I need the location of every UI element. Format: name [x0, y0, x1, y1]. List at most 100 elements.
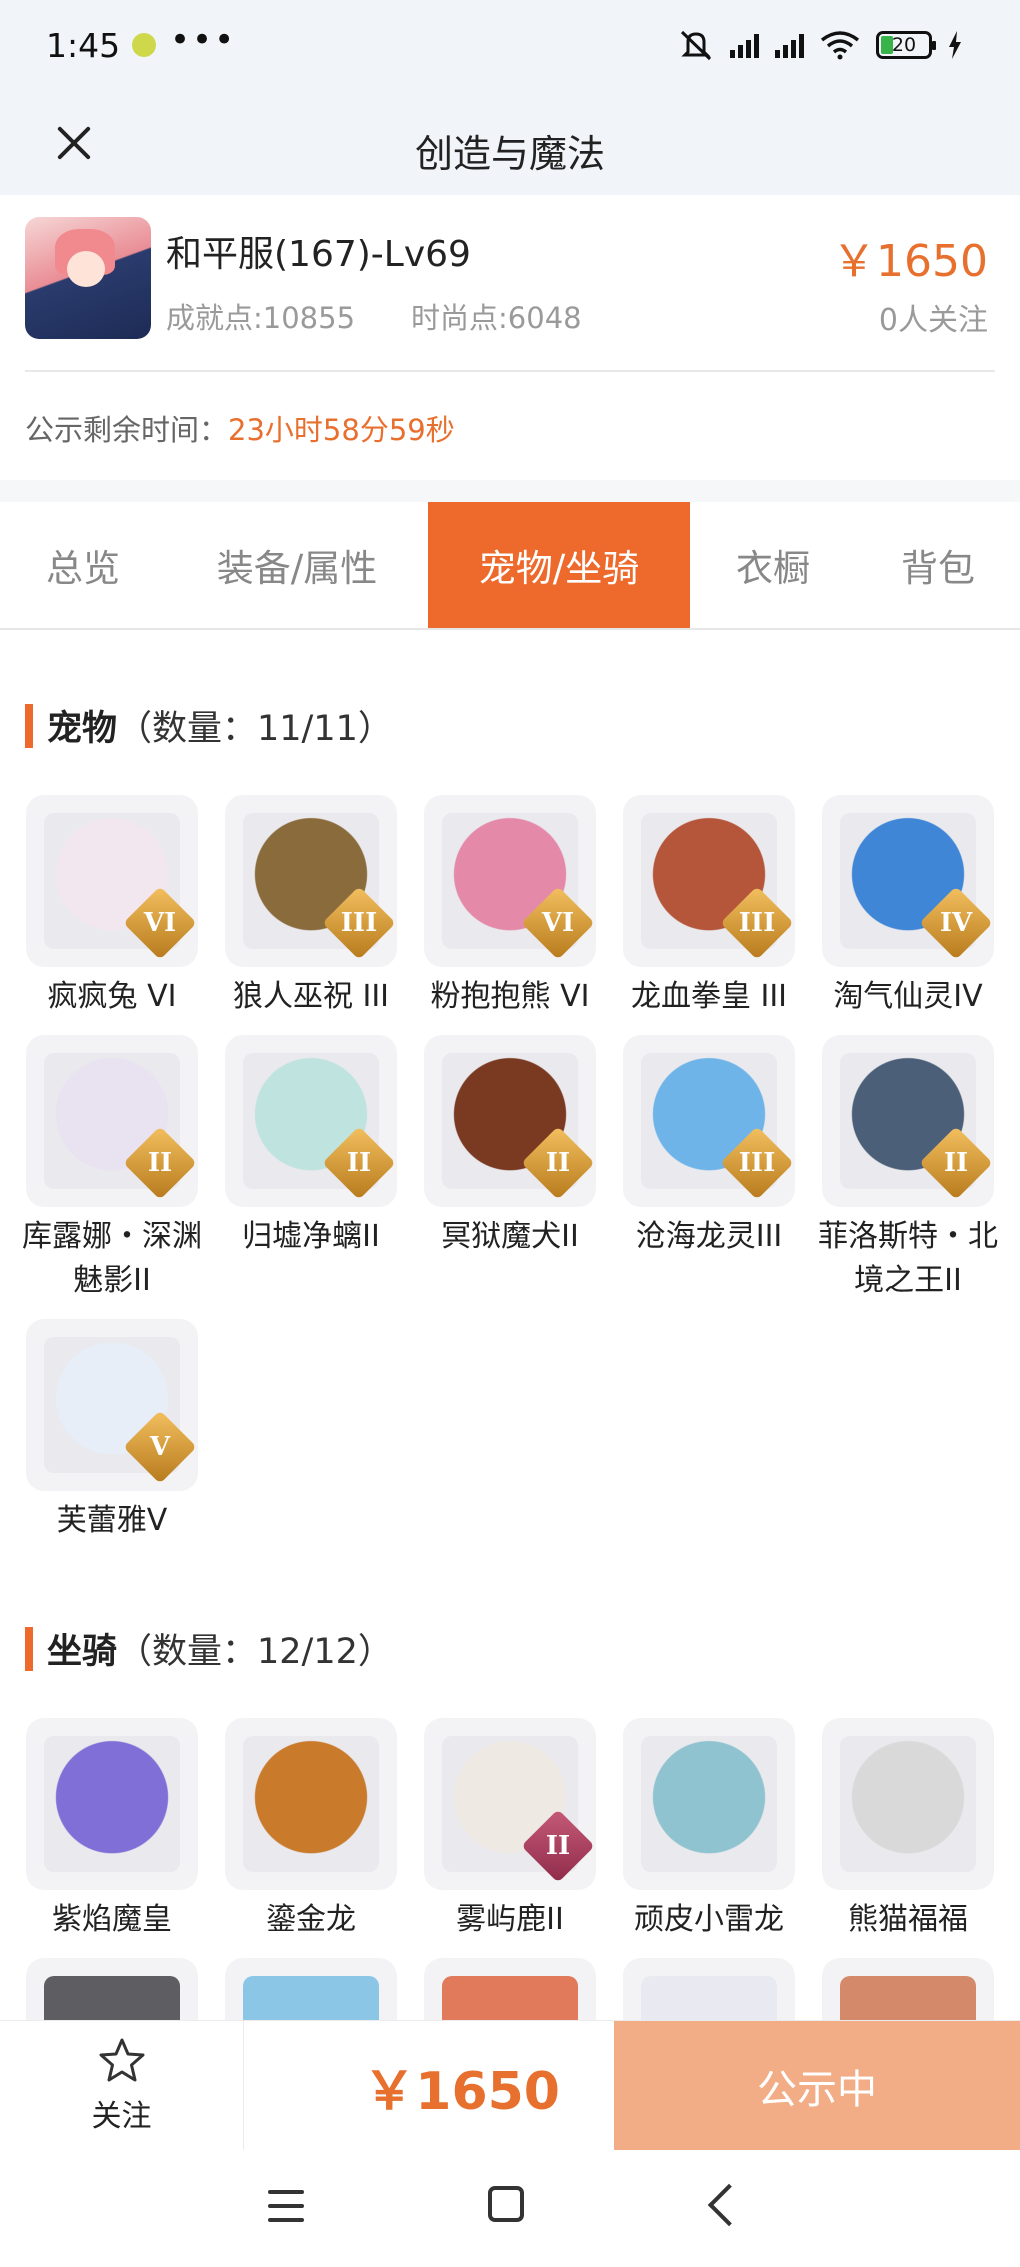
countdown-label: 公示剩余时间：	[25, 413, 229, 447]
pet-name: 芙蕾雅V	[56, 1503, 168, 1538]
role-price: ￥1650	[832, 236, 988, 287]
pets-title: 宠物	[47, 709, 118, 749]
pet-thumbnail[interactable]: II	[26, 1035, 198, 1207]
rank-badge-icon: II	[123, 1126, 197, 1200]
rank-badge-text: II	[147, 1148, 173, 1178]
battery-icon: 20	[876, 31, 936, 59]
title-bar: 创造与魔法	[0, 95, 1020, 195]
rank-badge-text: VI	[143, 908, 177, 938]
pet-item[interactable]: III 狼人巫祝 III	[225, 795, 397, 1019]
tab-equipment[interactable]: 装备/属性	[166, 502, 428, 628]
pet-thumbnail[interactable]: V	[26, 1319, 198, 1491]
mount-name: 雾屿鹿II	[456, 1902, 564, 1937]
pet-item[interactable]: III 龙血拳皇 III	[623, 795, 795, 1019]
rank-badge-icon: II	[521, 1809, 595, 1883]
tab-pets-mounts[interactable]: 宠物/坐骑	[428, 502, 690, 628]
pet-thumbnail[interactable]: II	[225, 1035, 397, 1207]
rank-badge-text: II	[943, 1148, 969, 1178]
pet-item[interactable]: II 冥狱魔犬II	[424, 1035, 596, 1303]
tab-wardrobe[interactable]: 衣橱	[690, 502, 856, 628]
pet-name: 沧海龙灵III	[635, 1219, 783, 1254]
tab-overview[interactable]: 总览	[0, 502, 166, 628]
pet-item[interactable]: II 归墟净螭II	[225, 1035, 397, 1303]
pet-thumbnail[interactable]: VI	[424, 795, 596, 967]
pet-thumbnail[interactable]: III	[623, 1035, 795, 1207]
mount-item[interactable]: 熊猫福福	[822, 1718, 994, 1942]
rank-badge-text: IV	[939, 908, 973, 938]
pet-item[interactable]: VI 疯疯兔 VI	[26, 795, 198, 1019]
back-icon[interactable]	[707, 2183, 751, 2227]
home-icon[interactable]	[488, 2186, 524, 2222]
mute-icon	[680, 30, 712, 61]
pet-name: 粉抱抱熊 VI	[430, 979, 590, 1014]
mount-thumbnail[interactable]	[822, 1718, 994, 1890]
bottom-action-bar: 关注 ￥1650 公示中	[0, 2020, 1020, 2151]
pet-name: 归墟净螭II	[242, 1219, 380, 1254]
pet-thumbnail[interactable]: III	[225, 795, 397, 967]
mount-thumbnail[interactable]	[225, 1718, 397, 1890]
star-outline-icon	[99, 2038, 144, 2082]
rank-badge-text: VI	[541, 908, 575, 938]
role-avatar[interactable]	[25, 217, 151, 339]
publicity-status-button[interactable]: 公示中	[614, 2021, 1020, 2151]
rank-badge-text: II	[545, 1831, 571, 1861]
pet-name: 淘气仙灵IV	[833, 979, 983, 1014]
pet-thumbnail[interactable]: IV	[822, 795, 994, 967]
pet-name: 库露娜・深渊魅影II	[22, 1219, 202, 1298]
rank-badge-icon: II	[322, 1126, 396, 1200]
pet-item[interactable]: II 菲洛斯特・北境之王II	[818, 1035, 998, 1303]
pet-name: 龙血拳皇 III	[630, 979, 788, 1014]
pet-item[interactable]: III 沧海龙灵III	[623, 1035, 795, 1303]
rank-badge-icon: VI	[123, 886, 197, 960]
pet-thumbnail[interactable]: II	[822, 1035, 994, 1207]
bottom-price: ￥1650	[363, 2061, 560, 2122]
system-nav-bar	[0, 2150, 1020, 2267]
pets-count: （数量：11/11）	[117, 709, 393, 749]
section-gap	[0, 480, 1020, 502]
pet-thumbnail[interactable]: VI	[26, 795, 198, 967]
mount-item[interactable]: 顽皮小雷龙	[623, 1718, 795, 1942]
rank-badge-text: II	[346, 1148, 372, 1178]
status-icons: 20	[678, 28, 962, 62]
mount-name: 紫焰魔皇	[52, 1902, 172, 1937]
rank-badge-icon: III	[322, 886, 396, 960]
mount-item[interactable]: 鎏金龙	[225, 1718, 397, 1942]
achievement-points: 成就点:10855	[166, 301, 356, 335]
mounts-title: 坐骑	[47, 1632, 118, 1672]
mount-thumbnail[interactable]: II	[424, 1718, 596, 1890]
status-time: 1:45	[46, 26, 121, 65]
mount-item[interactable]: II 雾屿鹿II	[424, 1718, 596, 1942]
status-bar: 1:45 ••• 20	[0, 0, 1020, 95]
mount-image	[44, 1736, 180, 1872]
battery-level: 20	[891, 34, 917, 56]
section-accent-bar	[25, 1626, 33, 1671]
pet-item[interactable]: IV 淘气仙灵IV	[822, 795, 994, 1019]
pet-name: 狼人巫祝 III	[232, 979, 390, 1014]
wifi-icon	[820, 31, 860, 60]
tab-bag[interactable]: 背包	[856, 502, 1020, 628]
divider	[25, 370, 995, 372]
mount-image	[243, 1736, 379, 1872]
pets-section-title: 宠物 （数量：11/11）	[25, 700, 393, 751]
mount-name: 顽皮小雷龙	[634, 1902, 784, 1937]
charging-icon	[949, 31, 961, 59]
mount-thumbnail[interactable]	[26, 1718, 198, 1890]
mount-thumbnail[interactable]	[623, 1718, 795, 1890]
mount-name: 熊猫福福	[848, 1902, 968, 1937]
pet-thumbnail[interactable]: III	[623, 795, 795, 967]
menu-icon[interactable]	[268, 2190, 304, 2222]
role-card: 和平服(167)-Lv69 ￥1650 成就点:10855 时尚点:6048 0…	[0, 195, 1020, 480]
pet-item[interactable]: VI 粉抱抱熊 VI	[424, 795, 596, 1019]
mounts-section-title: 坐骑 （数量：12/12）	[25, 1623, 393, 1674]
tab-bar: 总览 装备/属性 宠物/坐骑 衣橱 背包	[0, 502, 1020, 630]
follow-button[interactable]: 关注	[0, 2021, 244, 2151]
mount-item[interactable]: 紫焰魔皇	[26, 1718, 198, 1942]
pet-item[interactable]: V 芙蕾雅V	[26, 1319, 198, 1543]
pet-name: 疯疯兔 VI	[47, 979, 177, 1014]
follower-count: 0人关注	[878, 303, 988, 338]
app-notification-icon	[132, 33, 156, 57]
pet-item[interactable]: II 库露娜・深渊魅影II	[22, 1035, 202, 1303]
mount-image	[840, 1736, 976, 1872]
pet-thumbnail[interactable]: II	[424, 1035, 596, 1207]
rank-badge-icon: II	[919, 1126, 993, 1200]
